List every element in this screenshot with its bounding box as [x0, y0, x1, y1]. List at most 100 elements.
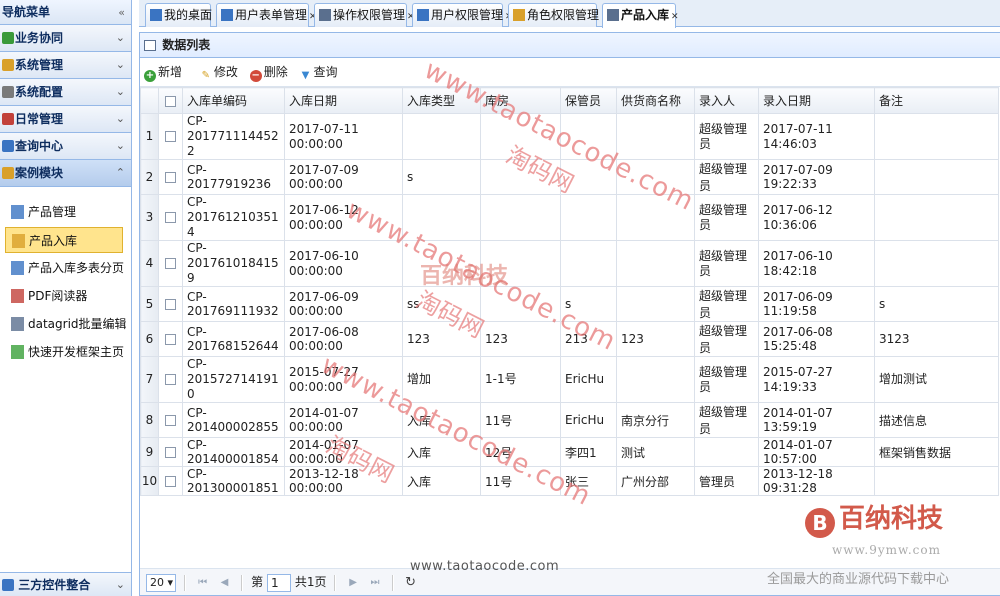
cell-date: 2017-06-09 00:00:00	[284, 286, 403, 322]
submenu-item[interactable]: 产品管理	[5, 199, 123, 225]
submenu-item[interactable]: PDF阅读器	[5, 283, 123, 309]
accordion-third-party[interactable]: 三方控件整合 ⌄	[0, 572, 131, 596]
row-checkbox[interactable]	[158, 194, 183, 241]
home-icon	[150, 9, 162, 21]
chevron-down-icon[interactable]: ⌄	[116, 573, 125, 596]
tab[interactable]: 操作权限管理 ✕	[314, 3, 415, 27]
row-checkbox[interactable]	[158, 466, 183, 496]
row-checkbox[interactable]	[158, 240, 183, 287]
col-header-code[interactable]: 入库单编码	[182, 87, 285, 114]
cell-keeper: s	[560, 286, 617, 322]
next-page-button[interactable]: ▶	[344, 574, 362, 592]
table-row[interactable]: 4 CP- 2017610184159 2017-06-10 00:00:00 超级管理…	[140, 240, 999, 287]
row-checkbox[interactable]	[158, 286, 183, 322]
tab[interactable]: 角色权限管理✕	[508, 3, 609, 27]
table-row[interactable]: 5 CP-201769111932 2017-06-09 00:00:00 ss s 超级…	[140, 286, 999, 322]
tab[interactable]: 产品入库 ✕	[602, 3, 679, 28]
chevron-down-icon[interactable]: ⌄	[116, 25, 125, 51]
cell-type: 入库	[402, 402, 481, 438]
table-row[interactable]: 6 CP-201768152644 2017-06-08 00:00:00 123 12…	[140, 321, 999, 357]
col-header-date[interactable]: 入库日期	[284, 87, 403, 114]
cell-type: s	[402, 159, 481, 195]
refresh-icon[interactable]: ↻	[402, 574, 420, 592]
row-checkbox[interactable]	[158, 356, 183, 403]
chevron-up-icon[interactable]: ⌃	[116, 160, 125, 186]
close-icon[interactable]: ✕	[671, 12, 679, 22]
accordion-group-label: 查询中心	[15, 139, 64, 153]
row-checkbox[interactable]	[158, 402, 183, 438]
page-size-select[interactable]: 20 ▾	[146, 573, 176, 592]
submenu-item[interactable]: 产品入库多表分页	[5, 255, 124, 281]
page-total: 共1页	[294, 575, 327, 589]
first-page-button[interactable]: ⏮	[194, 574, 212, 592]
chevron-down-icon[interactable]: ⌄	[116, 52, 125, 78]
accordion-group[interactable]: 查询中心 ⌄	[0, 133, 131, 160]
panel-title: 数据列表	[162, 38, 211, 52]
table-row[interactable]: 7 CP- 2015727141910 2015-07-27 00:00:00 增加 1-…	[140, 356, 999, 403]
col-header-supplier[interactable]: 供货商名称	[616, 87, 695, 114]
accordion-group[interactable]: 系统管理 ⌄	[0, 52, 131, 79]
form-icon	[12, 234, 25, 248]
accordion-group[interactable]: 业务协同 ⌄	[0, 25, 131, 52]
table-row[interactable]: 2 CP-20177919236 2017-07-09 00:00:00 s 超级管理员…	[140, 159, 999, 195]
accordion-third-party-label: 三方控件整合	[18, 578, 91, 592]
add-button[interactable]: + 新增	[144, 58, 182, 86]
cell-type	[402, 113, 481, 160]
cell-code: CP- 2015727141910	[182, 356, 285, 403]
sidebar: 导航菜单 « 业务协同 ⌄ 系统管理 ⌄ 系统配置 ⌄ 日常管理 ⌄ 查询中心 ⌄ 案例模块 ⌃ 产品…	[0, 0, 132, 596]
edit-button[interactable]: ✎ 修改	[200, 58, 238, 86]
col-header-note[interactable]: 备注	[874, 87, 999, 114]
cell-code: CP- 2017711144522	[182, 113, 285, 160]
cell-type: ss	[402, 286, 481, 322]
row-checkbox[interactable]	[158, 113, 183, 160]
col-header-type[interactable]: 入库类型	[402, 87, 481, 114]
accordion-list: 业务协同 ⌄ 系统管理 ⌄ 系统配置 ⌄ 日常管理 ⌄ 查询中心 ⌄ 案例模块 ⌃	[0, 25, 131, 187]
collapse-sidebar-icon[interactable]: «	[118, 0, 125, 25]
chevron-down-icon[interactable]: ⌄	[116, 79, 125, 105]
pager-separator	[334, 574, 337, 591]
tab[interactable]: 用户权限管理✕	[412, 3, 513, 27]
accordion-group[interactable]: 系统配置 ⌄	[0, 79, 131, 106]
cell-type: 入库	[402, 437, 481, 467]
submenu-item[interactable]: 快速开发框架主页	[5, 339, 124, 365]
prev-page-button[interactable]: ◀	[215, 574, 233, 592]
table-row[interactable]: 10 CP-201300001851 2013-12-18 00:00:00 入库 11…	[140, 466, 999, 496]
tab[interactable]: 用户表单管理 ✕	[216, 3, 317, 27]
sidebar-header: 导航菜单 «	[0, 0, 131, 25]
page-number-input[interactable]: 1	[266, 573, 291, 592]
submenu-item[interactable]: 产品入库	[5, 227, 123, 253]
table-row[interactable]: 9 CP-201400001854 2014-01-07 00:00:00 入库 12号…	[140, 437, 999, 467]
cell-type: 123	[402, 321, 481, 357]
add-button-label: 新增	[158, 65, 183, 79]
query-button[interactable]: ▼ 查询	[300, 58, 338, 86]
col-header-entry-user[interactable]: 录入人	[694, 87, 759, 114]
table-row[interactable]: 8 CP-201400002855 2014-01-07 00:00:00 入库 11号…	[140, 402, 999, 438]
col-header-entry-date[interactable]: 录入日期	[758, 87, 875, 114]
select-all-checkbox[interactable]	[158, 87, 183, 114]
submenu-item[interactable]: datagrid批量编辑	[5, 311, 127, 337]
row-checkbox[interactable]	[158, 159, 183, 195]
cell-keeper: 张三	[560, 466, 617, 496]
delete-button[interactable]: − 删除	[249, 58, 288, 86]
cell-date: 2014-01-07 00:00:00	[284, 402, 403, 438]
col-header-store[interactable]: 库房	[480, 87, 561, 114]
tab[interactable]: 我的桌面	[145, 3, 212, 27]
row-checkbox[interactable]	[158, 321, 183, 357]
row-checkbox[interactable]	[158, 437, 183, 467]
last-page-button[interactable]: ⏭	[366, 574, 384, 592]
cell-supplier	[616, 356, 695, 403]
accordion-group[interactable]: 案例模块 ⌃	[0, 160, 131, 187]
tab-bar: 我的桌面用户表单管理✕操作权限管理✕用户权限管理✕角色权限管理✕产品入库✕	[139, 0, 1000, 28]
toolbar: + 新增 ✎ 修改 − 删除 ▼ 查询	[140, 58, 1000, 87]
page-size-value: 20	[150, 575, 164, 589]
chevron-down-icon[interactable]: ⌄	[116, 133, 125, 159]
table-row[interactable]: 1 CP- 2017711144522 2017-07-11 00:00:00 超级管理…	[140, 113, 999, 160]
table-row[interactable]: 3 CP- 2017612103514 2017-06-12 00:00:00 超级管理…	[140, 194, 999, 241]
accordion-group[interactable]: 日常管理 ⌄	[0, 106, 131, 133]
row-number-header	[140, 87, 159, 114]
chevron-down-icon[interactable]: ⌄	[116, 106, 125, 132]
form-icon	[607, 9, 619, 21]
gear-icon	[11, 345, 24, 359]
cell-type	[402, 194, 481, 241]
col-header-keeper[interactable]: 保管员	[560, 87, 617, 114]
